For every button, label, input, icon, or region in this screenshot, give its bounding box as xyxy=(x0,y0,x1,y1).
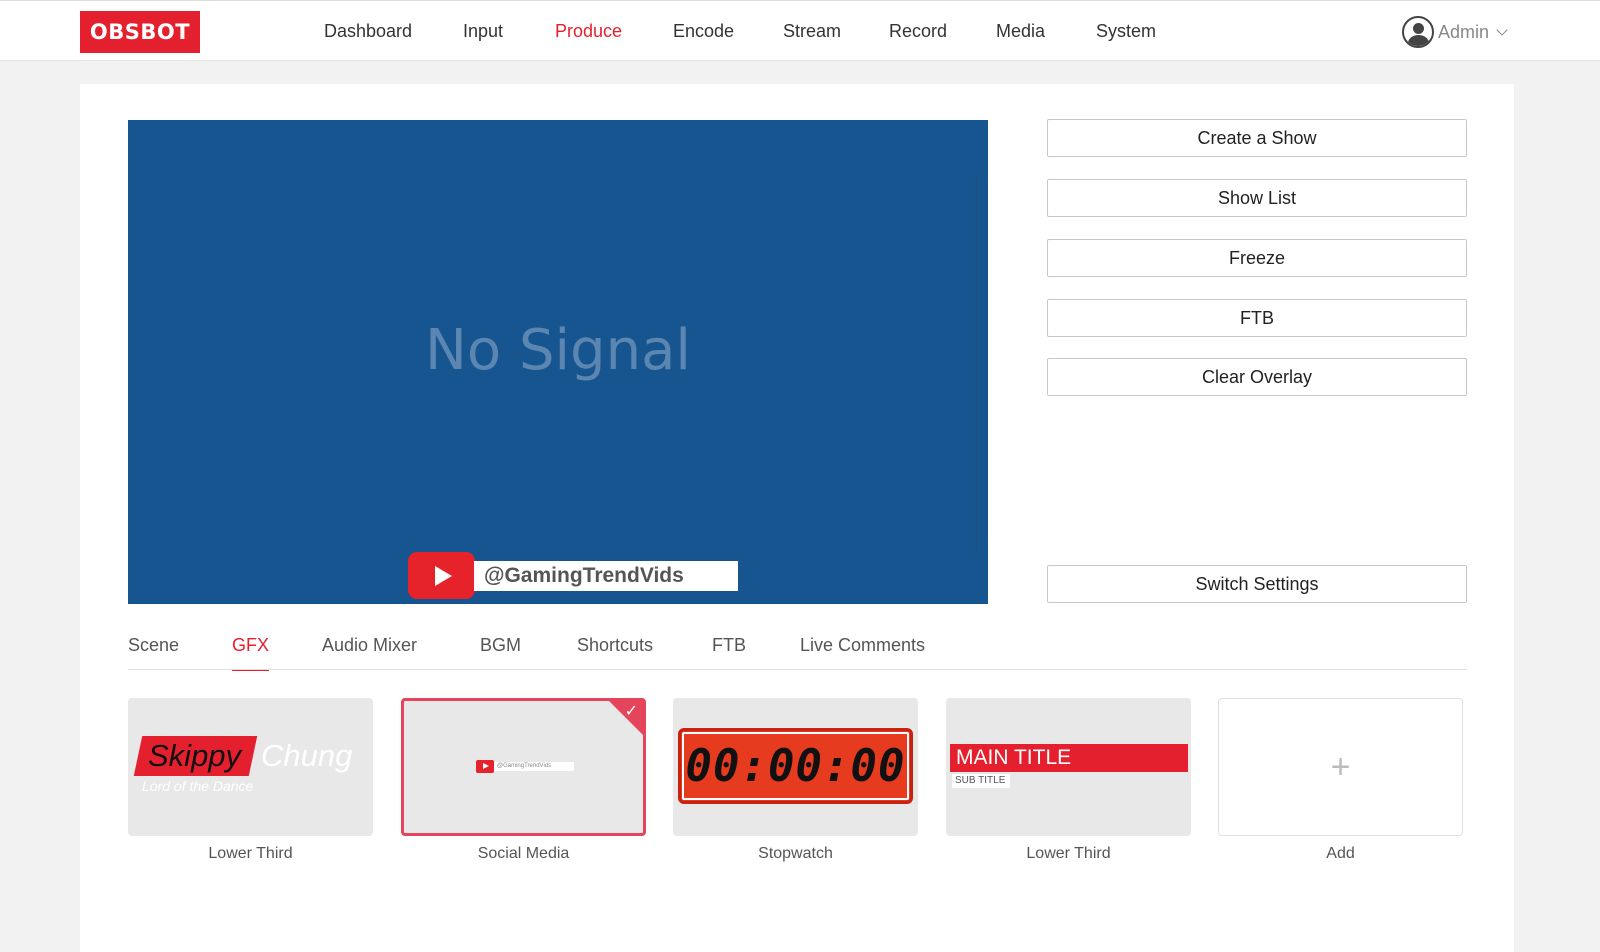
gfx-social-media-card[interactable]: ✓ @GamingTrendVids xyxy=(401,698,646,836)
lower-third-last-name: Chung xyxy=(261,738,353,773)
youtube-play-icon xyxy=(408,552,475,599)
tab-live-comments[interactable]: Live Comments xyxy=(800,635,925,671)
obsbot-logo[interactable]: OBSBOT xyxy=(80,11,200,53)
social-handle-overlay: @GamingTrendVids xyxy=(474,561,738,591)
gfx-card-label: Stopwatch xyxy=(758,845,833,862)
nav-dashboard[interactable]: Dashboard xyxy=(324,1,412,62)
tab-shortcuts[interactable]: Shortcuts xyxy=(577,635,653,671)
youtube-play-icon xyxy=(476,760,494,773)
gfx-card-label: Lower Third xyxy=(1026,845,1111,862)
nav-record[interactable]: Record xyxy=(889,1,947,62)
program-preview: No Signal @GamingTrendVids xyxy=(128,120,988,604)
social-handle-thumb: @GamingTrendVids xyxy=(494,762,574,771)
sub-title-banner: SUB TITLE xyxy=(952,774,1010,788)
gfx-lower-third-title-card[interactable]: MAIN TITLE SUB TITLE xyxy=(946,698,1191,836)
create-show-button[interactable]: Create a Show xyxy=(1047,119,1467,157)
user-name: Admin xyxy=(1438,21,1490,42)
tab-divider xyxy=(128,669,1467,670)
nav-produce[interactable]: Produce xyxy=(555,1,622,62)
nav-system[interactable]: System xyxy=(1096,1,1156,62)
tab-scene[interactable]: Scene xyxy=(128,635,179,671)
tab-bgm[interactable]: BGM xyxy=(480,635,521,671)
gfx-stopwatch-card[interactable]: 00:00:00 xyxy=(673,698,918,836)
lower-third-subtitle: Lord of the Dance xyxy=(142,778,254,794)
chevron-down-icon xyxy=(1496,24,1508,36)
gfx-lower-third-card[interactable]: Skippy Chung Lord of the Dance xyxy=(128,698,373,836)
main-title-banner: MAIN TITLE xyxy=(950,744,1188,772)
nav-input[interactable]: Input xyxy=(463,1,503,62)
gfx-card-label: Add xyxy=(1326,845,1355,862)
lower-third-first-name: Skippy xyxy=(148,738,242,773)
nav-encode[interactable]: Encode xyxy=(673,1,734,62)
preview-divider xyxy=(976,175,977,550)
clear-overlay-button[interactable]: Clear Overlay xyxy=(1047,358,1467,396)
user-menu[interactable]: Admin xyxy=(1402,15,1508,49)
no-signal-text: No Signal xyxy=(425,318,691,383)
plus-icon: + xyxy=(1330,747,1351,786)
gfx-card-label: Lower Third xyxy=(208,845,293,862)
tab-ftb[interactable]: FTB xyxy=(712,635,746,671)
user-avatar-icon xyxy=(1402,16,1434,48)
nav-media[interactable]: Media xyxy=(996,1,1045,62)
ftb-button[interactable]: FTB xyxy=(1047,299,1467,337)
stopwatch-display: 00:00:00 xyxy=(678,728,913,804)
tab-gfx[interactable]: GFX xyxy=(232,635,270,671)
show-list-button[interactable]: Show List xyxy=(1047,179,1467,217)
tab-audio-mixer[interactable]: Audio Mixer xyxy=(322,635,417,671)
gfx-card-label: Social Media xyxy=(477,845,570,862)
nav-stream[interactable]: Stream xyxy=(783,1,841,62)
switch-settings-button[interactable]: Switch Settings xyxy=(1047,565,1467,603)
gfx-add-card[interactable]: + xyxy=(1218,698,1463,836)
freeze-button[interactable]: Freeze xyxy=(1047,239,1467,277)
checkmark-icon: ✓ xyxy=(624,703,638,720)
top-navigation-bar: OBSBOT Dashboard Input Produce Encode St… xyxy=(0,0,1600,61)
